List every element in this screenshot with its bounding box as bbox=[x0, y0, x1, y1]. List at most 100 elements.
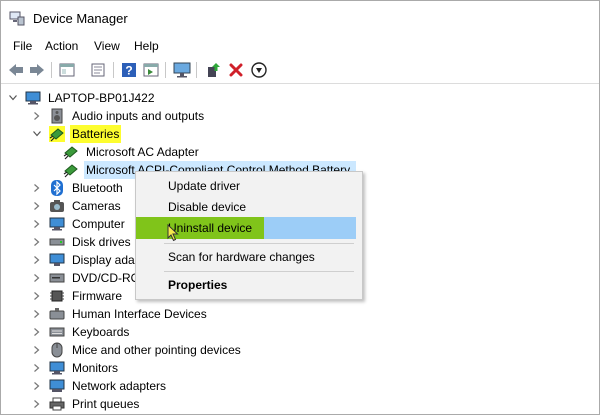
tree-item-print-queues[interactable]: Print queues bbox=[31, 395, 141, 413]
device-manager-window: Device Manager File Action View Help ? L… bbox=[0, 0, 600, 415]
monitor-icon[interactable] bbox=[173, 61, 191, 79]
chevron-right-icon[interactable] bbox=[31, 179, 43, 197]
tree-item-label: Bluetooth bbox=[72, 181, 123, 195]
disk-drive-icon bbox=[49, 234, 65, 250]
tree-item-label: Print queues bbox=[72, 397, 140, 411]
tree-item-label: Cameras bbox=[72, 199, 121, 213]
battery-icon bbox=[49, 126, 65, 142]
uninstall-icon[interactable] bbox=[227, 61, 245, 79]
menu-bar: File Action View Help bbox=[1, 36, 599, 56]
monitor-icon bbox=[49, 360, 65, 376]
menu-item-label: Disable device bbox=[168, 200, 247, 214]
tree-item-label: Mice and other pointing devices bbox=[72, 343, 241, 357]
device-manager-icon bbox=[9, 10, 25, 26]
chevron-right-icon[interactable] bbox=[31, 233, 43, 251]
chevron-right-icon[interactable] bbox=[31, 341, 43, 359]
menu-item-update-driver[interactable]: Update driver bbox=[136, 175, 362, 197]
mouse-cursor-icon bbox=[167, 223, 179, 242]
help-icon[interactable]: ? bbox=[120, 61, 138, 79]
computer-icon bbox=[25, 90, 41, 106]
battery-icon bbox=[63, 144, 79, 160]
tree-item-label: Human Interface Devices bbox=[72, 307, 207, 321]
tree-item-audio[interactable]: Audio inputs and outputs bbox=[31, 107, 206, 125]
tree-item-hid[interactable]: Human Interface Devices bbox=[31, 305, 209, 323]
tree-item-cameras[interactable]: Cameras bbox=[31, 197, 123, 215]
chevron-right-icon[interactable] bbox=[31, 377, 43, 395]
tree-root[interactable]: LAPTOP-BP01J422 bbox=[7, 89, 157, 107]
tree-item-network[interactable]: Network adapters bbox=[31, 377, 168, 395]
tree-item-label: Monitors bbox=[72, 361, 119, 375]
menu-separator bbox=[164, 271, 354, 272]
tree-item-label: Microsoft AC Adapter bbox=[86, 145, 199, 159]
tree-item-label: Keyboards bbox=[72, 325, 130, 339]
dvd-drive-icon bbox=[49, 270, 65, 286]
menu-view[interactable]: View bbox=[94, 39, 120, 53]
menu-item-disable-device[interactable]: Disable device bbox=[136, 196, 362, 218]
speaker-icon bbox=[49, 108, 65, 124]
tree-item-batteries[interactable]: Batteries bbox=[31, 125, 122, 143]
menu-item-label: Properties bbox=[168, 278, 228, 292]
battery-icon bbox=[63, 162, 79, 178]
tree-item-label: Network adapters bbox=[72, 379, 167, 393]
tree-item-bluetooth[interactable]: Bluetooth bbox=[31, 179, 125, 197]
chevron-right-icon[interactable] bbox=[31, 197, 43, 215]
bluetooth-icon bbox=[49, 180, 65, 196]
chevron-right-icon[interactable] bbox=[31, 251, 43, 269]
chevron-right-icon[interactable] bbox=[31, 395, 43, 413]
tree-item-ac-adapter[interactable]: Microsoft AC Adapter bbox=[63, 143, 201, 161]
network-adapter-icon bbox=[49, 378, 65, 394]
mouse-icon bbox=[49, 342, 65, 358]
toolbar: ? bbox=[1, 57, 599, 84]
chevron-down-icon[interactable] bbox=[31, 125, 43, 143]
title-bar: Device Manager bbox=[1, 1, 599, 35]
tree-item-disk-drives[interactable]: Disk drives bbox=[31, 233, 133, 251]
menu-item-scan-hardware[interactable]: Scan for hardware changes bbox=[136, 246, 362, 268]
chevron-right-icon[interactable] bbox=[31, 215, 43, 233]
menu-separator bbox=[164, 243, 354, 244]
update-driver-icon[interactable] bbox=[205, 61, 223, 79]
menu-item-label: Update driver bbox=[168, 179, 241, 193]
printer-icon bbox=[49, 396, 65, 412]
svg-text:?: ? bbox=[125, 64, 132, 78]
menu-help[interactable]: Help bbox=[134, 39, 159, 53]
toolbar-separator bbox=[51, 62, 52, 78]
tree-item-label: Batteries bbox=[70, 125, 122, 143]
window-title: Device Manager bbox=[33, 11, 128, 26]
tree-item-label: Audio inputs and outputs bbox=[72, 109, 205, 123]
chevron-right-icon[interactable] bbox=[31, 359, 43, 377]
menu-action[interactable]: Action bbox=[45, 39, 78, 53]
properties-icon[interactable] bbox=[58, 61, 76, 79]
chevron-right-icon[interactable] bbox=[31, 323, 43, 341]
hid-icon bbox=[49, 306, 65, 322]
chevron-right-icon[interactable] bbox=[31, 269, 43, 287]
menu-item-label: Uninstall device bbox=[168, 221, 253, 235]
chevron-right-icon[interactable] bbox=[31, 107, 43, 125]
chip-icon bbox=[49, 288, 65, 304]
back-icon[interactable] bbox=[7, 61, 25, 79]
tree-item-keyboards[interactable]: Keyboards bbox=[31, 323, 131, 341]
forward-icon[interactable] bbox=[28, 61, 46, 79]
keyboard-icon bbox=[49, 324, 65, 340]
tree-item-monitors[interactable]: Monitors bbox=[31, 359, 120, 377]
tree-item-mice[interactable]: Mice and other pointing devices bbox=[31, 341, 243, 359]
toolbar-separator bbox=[196, 62, 197, 78]
computer-icon bbox=[49, 216, 65, 232]
tree-item-label: Firmware bbox=[72, 289, 122, 303]
tree-root-label: LAPTOP-BP01J422 bbox=[48, 91, 155, 105]
tree-item-firmware[interactable]: Firmware bbox=[31, 287, 124, 305]
display-adapter-icon bbox=[49, 252, 65, 268]
tree-item-label: Disk drives bbox=[72, 235, 131, 249]
menu-file[interactable]: File bbox=[13, 39, 32, 53]
camera-icon bbox=[49, 198, 65, 214]
toolbar-separator bbox=[165, 62, 166, 78]
chevron-right-icon[interactable] bbox=[31, 287, 43, 305]
tree-item-computer[interactable]: Computer bbox=[31, 215, 127, 233]
toolbar-separator bbox=[113, 62, 114, 78]
view-icon[interactable] bbox=[142, 61, 160, 79]
chevron-down-icon[interactable] bbox=[7, 89, 19, 107]
update-icon[interactable] bbox=[89, 61, 107, 79]
tree-item-label: Computer bbox=[72, 217, 125, 231]
download-icon[interactable] bbox=[250, 61, 268, 79]
menu-item-properties[interactable]: Properties bbox=[136, 274, 362, 296]
chevron-right-icon[interactable] bbox=[31, 305, 43, 323]
